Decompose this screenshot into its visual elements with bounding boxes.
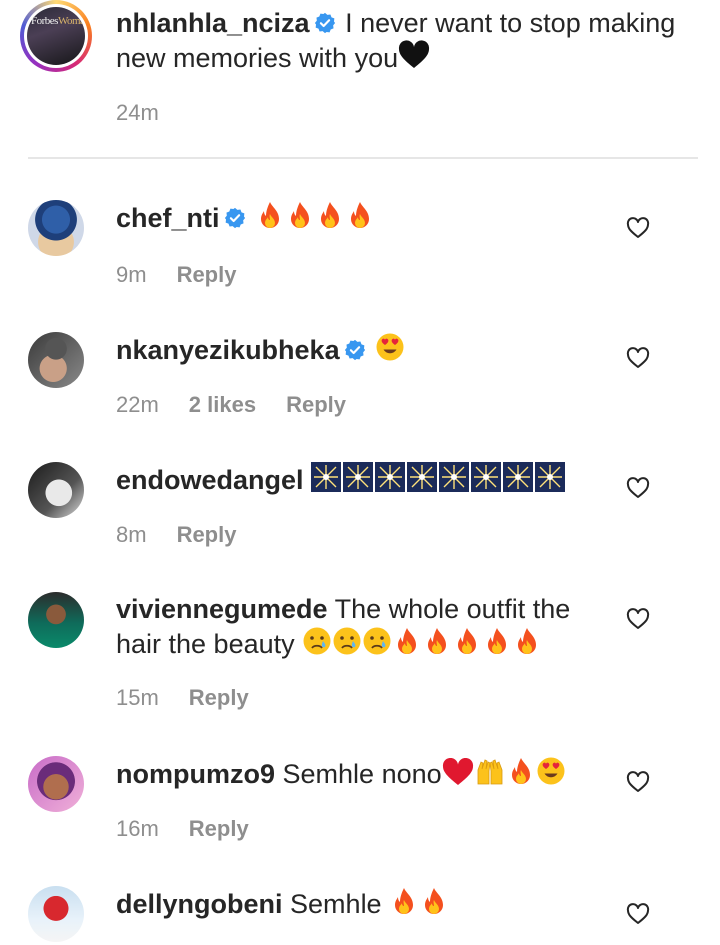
likes-count[interactable]: 2 likes	[189, 392, 256, 417]
caption-time: 24m	[116, 100, 159, 125]
reply-button[interactable]: Reply	[177, 522, 237, 547]
like-heart-icon[interactable]	[626, 346, 650, 370]
commenter-avatar[interactable]	[28, 332, 84, 388]
fire-icon	[398, 628, 417, 654]
sparkler-icon	[311, 462, 342, 492]
raised-hands-icon	[477, 759, 503, 785]
comment-time: 15m	[116, 685, 159, 710]
sparkler-emoji-group	[311, 462, 567, 495]
emoji-group	[389, 888, 449, 919]
comment-username[interactable]: dellyngobeni	[116, 889, 283, 919]
comment-text: Semhle	[290, 889, 382, 919]
comment-time: 9m	[116, 262, 147, 287]
heart-eyes-icon	[537, 757, 565, 785]
sparkler-icon	[407, 462, 438, 492]
comment-text: Semhle nono	[282, 759, 442, 789]
commenter-avatar[interactable]	[28, 462, 84, 518]
verified-badge-icon	[344, 339, 365, 361]
verified-badge-icon	[224, 207, 245, 229]
comment-username[interactable]: viviennegumede	[116, 594, 328, 624]
comment-username[interactable]: nompumzo9	[116, 759, 275, 789]
commenter-avatar[interactable]	[28, 886, 84, 942]
heart-eyes-icon	[376, 333, 404, 361]
fire-icon	[458, 628, 477, 654]
sparkler-icon	[343, 462, 374, 492]
like-heart-icon[interactable]	[626, 476, 650, 500]
like-heart-icon[interactable]	[626, 216, 650, 240]
commenter-avatar[interactable]	[28, 756, 84, 812]
fire-icon	[291, 202, 310, 228]
commenter-avatar[interactable]	[28, 592, 84, 648]
fire-icon	[511, 758, 530, 784]
caption-text: nhlanhla_nciza I never want to stop maki…	[116, 6, 676, 75]
caption-author-avatar[interactable]: ForbesWoman	[20, 0, 92, 72]
commenter-avatar[interactable]	[28, 200, 84, 256]
red-heart-icon	[442, 758, 473, 785]
comment-username[interactable]: chef_nti	[116, 203, 220, 233]
reply-button[interactable]: Reply	[189, 816, 249, 841]
caption-username[interactable]: nhlanhla_nciza	[116, 8, 310, 38]
emoji-group	[302, 627, 542, 659]
emoji-group	[442, 757, 566, 789]
comment-time: 8m	[116, 522, 147, 547]
avatar-magazine-text: ForbesWoman	[31, 15, 85, 27]
sparkler-icon	[535, 462, 566, 492]
reply-button[interactable]: Reply	[286, 392, 346, 417]
crying-face-icon	[363, 627, 391, 655]
fire-icon	[518, 628, 537, 654]
crying-face-icon	[333, 627, 361, 655]
like-heart-icon[interactable]	[626, 902, 650, 926]
sparkler-icon	[439, 462, 470, 492]
black-heart-icon	[399, 40, 430, 68]
fire-emoji-group	[255, 202, 375, 233]
crying-face-icon	[303, 627, 331, 655]
verified-badge-icon	[314, 12, 335, 34]
fire-icon	[261, 202, 280, 228]
reply-button[interactable]: Reply	[177, 262, 237, 287]
fire-icon	[351, 202, 370, 228]
reply-button[interactable]: Reply	[189, 685, 249, 710]
comment-username[interactable]: nkanyezikubheka	[116, 335, 340, 365]
comment-time: 22m	[116, 392, 159, 417]
like-heart-icon[interactable]	[626, 607, 650, 631]
comment-username[interactable]: endowedangel	[116, 465, 304, 495]
fire-icon	[488, 628, 507, 654]
comment-time: 16m	[116, 816, 159, 841]
fire-icon	[425, 888, 444, 914]
divider	[28, 157, 698, 159]
fire-icon	[395, 888, 414, 914]
like-heart-icon[interactable]	[626, 770, 650, 794]
sparkler-icon	[503, 462, 534, 492]
post-caption: ForbesWoman nhlanhla_nciza I never want …	[0, 0, 720, 158]
sparkler-icon	[375, 462, 406, 492]
fire-icon	[428, 628, 447, 654]
fire-icon	[321, 202, 340, 228]
sparkler-icon	[471, 462, 502, 492]
